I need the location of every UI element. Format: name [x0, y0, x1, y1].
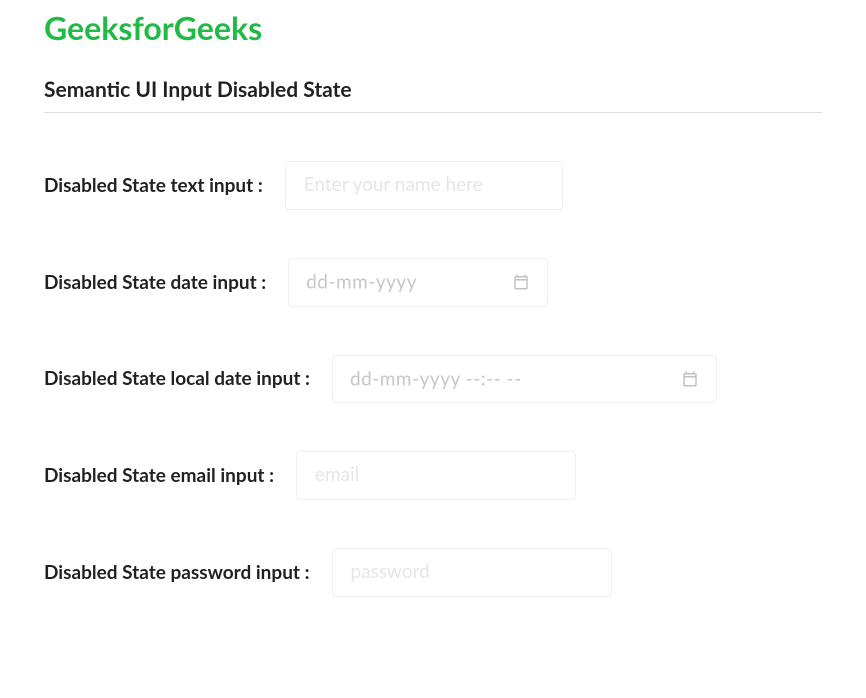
text-input-label: Disabled State text input : — [44, 174, 263, 197]
field-row-text: Disabled State text input : — [44, 161, 822, 210]
field-row-localdate: Disabled State local date input : dd-mm-… — [44, 355, 822, 404]
localdate-input — [332, 355, 717, 404]
localdate-input-wrapper: dd-mm-yyyy --:-- -- — [332, 355, 717, 404]
field-row-password: Disabled State password input : — [44, 548, 822, 597]
date-input-label: Disabled State date input : — [44, 271, 266, 294]
email-input-label: Disabled State email input : — [44, 464, 274, 487]
field-row-date: Disabled State date input : dd-mm-yyyy — [44, 258, 822, 307]
divider — [44, 112, 822, 113]
field-row-email: Disabled State email input : — [44, 451, 822, 500]
password-input-wrapper — [332, 548, 612, 597]
date-input — [288, 258, 548, 307]
email-input — [296, 451, 576, 500]
page-subtitle: Semantic UI Input Disabled State — [44, 77, 822, 102]
text-input — [285, 161, 563, 210]
email-input-wrapper — [296, 451, 576, 500]
site-title: GeeksforGeeks — [44, 0, 822, 47]
date-input-wrapper: dd-mm-yyyy — [288, 258, 548, 307]
text-input-wrapper — [285, 161, 563, 210]
password-input-label: Disabled State password input : — [44, 561, 310, 584]
localdate-input-label: Disabled State local date input : — [44, 367, 310, 390]
password-input — [332, 548, 612, 597]
